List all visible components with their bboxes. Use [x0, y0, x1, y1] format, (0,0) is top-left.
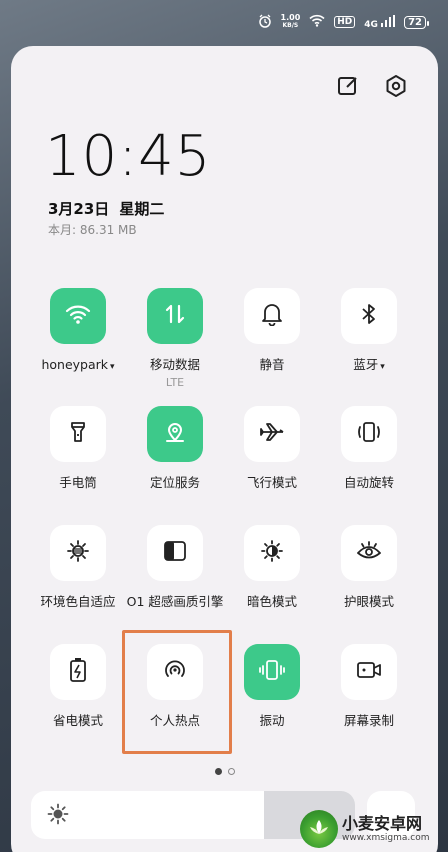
- tile-label: 手电筒: [59, 475, 97, 490]
- tile-label: 屏幕录制: [343, 713, 394, 728]
- wifi-toggle-button[interactable]: [50, 288, 106, 344]
- tile-label: 省电模式: [52, 713, 103, 728]
- date-label: 3月23日: [48, 200, 110, 218]
- dropdown-arrow-icon[interactable]: ▾: [110, 362, 115, 372]
- tile-display-engine[interactable]: O1 超感画质引擎: [126, 525, 224, 611]
- bluetooth-icon: [359, 302, 379, 330]
- location-icon: [163, 420, 187, 448]
- display-engine-icon: [163, 540, 187, 566]
- tile-dark-mode[interactable]: 暗色模式: [223, 525, 321, 611]
- tile-label: 环境色自适应: [40, 594, 116, 609]
- flashlight-icon: [69, 420, 87, 448]
- tile-label: 护眼模式: [343, 594, 394, 609]
- mobile-data-toggle-button[interactable]: [147, 288, 203, 344]
- bluetooth-toggle-button[interactable]: [341, 288, 397, 344]
- tile-mobile-data[interactable]: 移动数据 LTE: [126, 288, 224, 389]
- vibrate-icon: [259, 658, 285, 686]
- edit-icon[interactable]: [336, 74, 360, 98]
- wifi-status-icon: [309, 14, 325, 30]
- watermark-title: 小麦安卓网: [342, 814, 423, 833]
- weekday-label: 星期二: [119, 200, 165, 218]
- location-toggle-button[interactable]: [147, 406, 203, 462]
- network-speed: 1.00 KB/S: [280, 13, 301, 30]
- auto-rotate-icon: [356, 420, 382, 448]
- bell-icon: [261, 302, 283, 330]
- silent-toggle-button[interactable]: [244, 288, 300, 344]
- screen-record-toggle-button[interactable]: [341, 644, 397, 700]
- page-dot-active[interactable]: [214, 768, 222, 775]
- tile-label: 静音: [259, 357, 285, 372]
- airplane-toggle-button[interactable]: [244, 406, 300, 462]
- hd-badge: HD: [334, 16, 356, 28]
- sun-icon: [47, 803, 69, 825]
- tile-label: 飞行模式: [246, 475, 297, 490]
- settings-gear-icon[interactable]: [384, 74, 408, 98]
- clock-date: 3月23日 星期二: [48, 198, 164, 219]
- watermark-url: www.xmsigma.com: [342, 833, 430, 843]
- tile-label: 移动数据: [149, 357, 200, 372]
- tile-label: 自动旋转: [343, 475, 394, 490]
- tile-screen-record[interactable]: 屏幕录制: [320, 644, 418, 730]
- tile-sublabel: LTE: [165, 376, 185, 389]
- ambient-color-toggle-button[interactable]: [50, 525, 106, 581]
- vibrate-toggle-button[interactable]: [244, 644, 300, 700]
- tile-silent[interactable]: 静音: [223, 288, 321, 374]
- tile-vibrate[interactable]: 振动: [223, 644, 321, 730]
- tile-airplane[interactable]: 飞行模式: [223, 406, 321, 492]
- battery-indicator: 72: [404, 15, 429, 29]
- tile-label: 定位服务: [149, 475, 200, 490]
- dark-mode-icon: [260, 539, 284, 567]
- tile-location[interactable]: 定位服务: [126, 406, 224, 492]
- battery-saver-icon: [69, 657, 87, 687]
- tile-label: 蓝牙: [353, 357, 379, 372]
- tile-label: 振动: [259, 713, 285, 728]
- auto-rotate-toggle-button[interactable]: [341, 406, 397, 462]
- data-usage: 本月: 86.31 MB: [48, 223, 137, 237]
- clock-time: 10:45: [45, 124, 212, 189]
- tile-label: O1 超感画质引擎: [126, 594, 224, 609]
- page-indicator: [11, 768, 438, 775]
- dark-mode-toggle-button[interactable]: [244, 525, 300, 581]
- tile-wifi[interactable]: honeypark ▾: [29, 288, 127, 376]
- eye-icon: [356, 540, 382, 566]
- status-bar: 1.00 KB/S HD 4G 72: [0, 0, 448, 44]
- tile-battery-saver[interactable]: 省电模式: [29, 644, 127, 730]
- dropdown-arrow-icon[interactable]: ▾: [380, 362, 385, 372]
- eye-comfort-toggle-button[interactable]: [341, 525, 397, 581]
- tile-flashlight[interactable]: 手电筒: [29, 406, 127, 492]
- signal-indicator: 4G: [364, 14, 396, 30]
- tile-label: honeypark: [41, 357, 109, 372]
- mobile-data-icon: [163, 302, 187, 330]
- tile-label: 暗色模式: [246, 594, 297, 609]
- quick-settings-panel: 10:45 3月23日 星期二 本月: 86.31 MB honeypark ▾ 移…: [11, 46, 438, 852]
- screen-record-icon: [356, 659, 382, 685]
- alarm-icon: [258, 14, 272, 31]
- tile-auto-rotate[interactable]: 自动旋转: [320, 406, 418, 492]
- wifi-icon: [65, 303, 91, 329]
- watermark-logo: [300, 810, 338, 848]
- tile-bluetooth[interactable]: 蓝牙 ▾: [320, 288, 418, 376]
- airplane-icon: [259, 421, 285, 447]
- watermark: 小麦安卓网 www.xmsigma.com: [300, 810, 429, 848]
- flashlight-toggle-button[interactable]: [50, 406, 106, 462]
- battery-saver-toggle-button[interactable]: [50, 644, 106, 700]
- tile-ambient-color[interactable]: 环境色自适应: [29, 525, 127, 611]
- hotspot-highlight-box: [122, 630, 232, 754]
- display-engine-toggle-button[interactable]: [147, 525, 203, 581]
- page-dot-inactive[interactable]: [227, 768, 235, 775]
- ambient-color-icon: [66, 539, 90, 567]
- tile-eye-comfort[interactable]: 护眼模式: [320, 525, 418, 611]
